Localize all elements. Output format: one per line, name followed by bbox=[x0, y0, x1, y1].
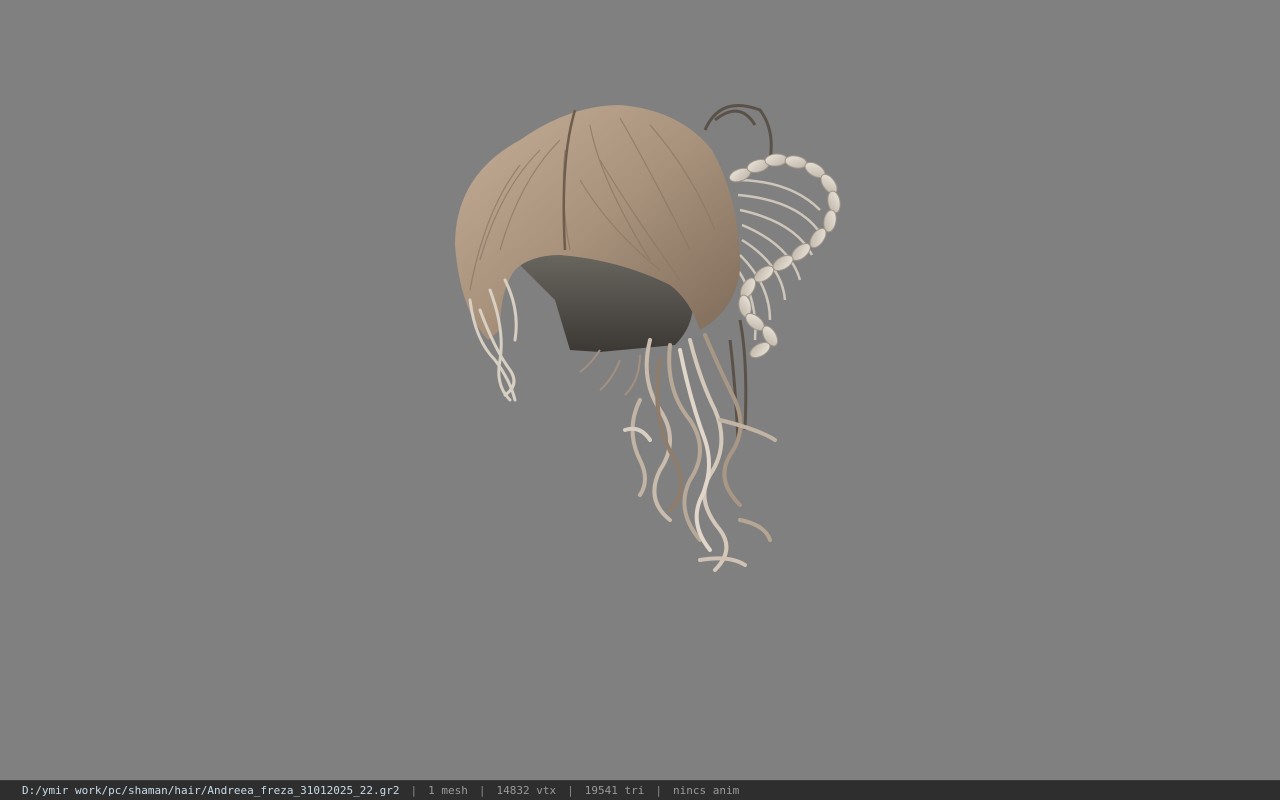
hair-model-render[interactable] bbox=[0, 0, 1280, 780]
status-separator: | bbox=[567, 784, 574, 797]
3d-viewport[interactable] bbox=[0, 0, 1280, 780]
vertex-count-label: 14832 vtx bbox=[496, 784, 557, 797]
triangle-count-label: 19541 tri bbox=[584, 784, 645, 797]
status-separator: | bbox=[410, 784, 418, 797]
status-separator: | bbox=[478, 784, 486, 797]
mesh-count-label: 1 mesh bbox=[428, 784, 468, 797]
side-loose-strands bbox=[579, 349, 641, 396]
file-path-label: D:/ymir work/pc/shaman/hair/Andreea_frez… bbox=[22, 784, 400, 797]
animation-status-label: nincs anim bbox=[672, 784, 740, 797]
braid-mesh bbox=[728, 153, 841, 359]
hanging-curls bbox=[623, 333, 777, 572]
status-bar: D:/ymir work/pc/shaman/hair/Andreea_frez… bbox=[0, 780, 1280, 800]
status-separator: | bbox=[655, 784, 662, 797]
